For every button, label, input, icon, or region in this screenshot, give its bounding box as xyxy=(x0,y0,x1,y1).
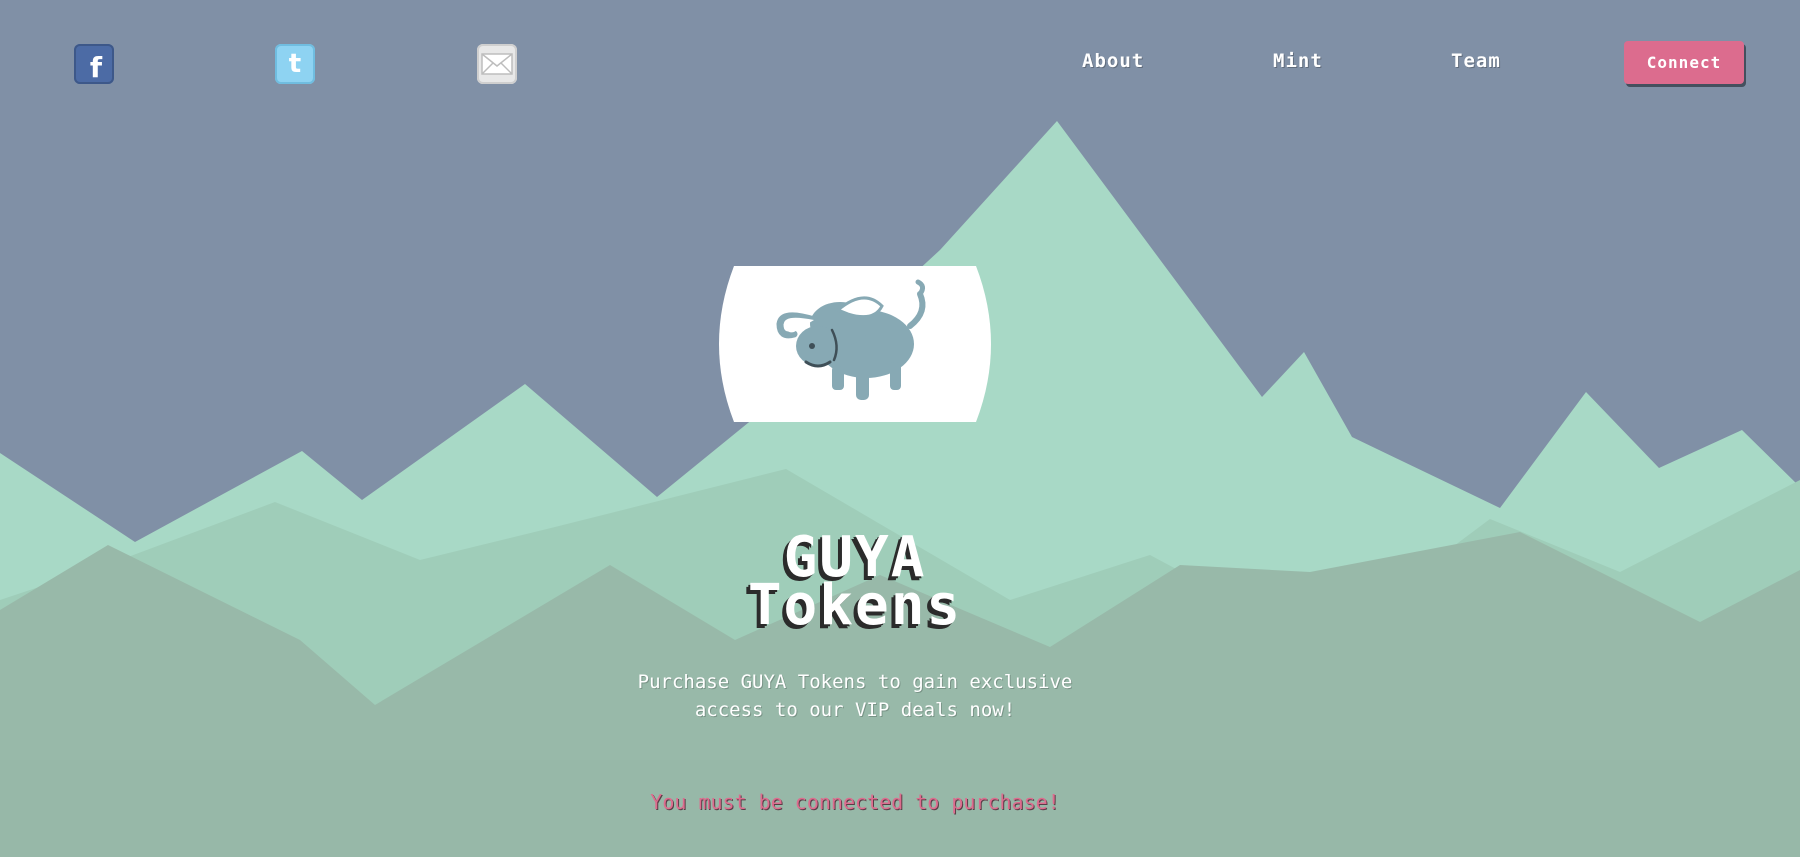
nav-link-mint[interactable]: Mint xyxy=(1273,50,1323,72)
connect-button[interactable]: Connect xyxy=(1624,41,1744,84)
connect-warning: You must be connected to purchase! xyxy=(650,790,1060,814)
nav-link-team[interactable]: Team xyxy=(1451,50,1501,72)
facebook-f-glyph: f xyxy=(89,51,103,84)
hero-subtitle-line1: Purchase GUYA Tokens to gain exclusive xyxy=(637,671,1073,693)
nav-link-about[interactable]: About xyxy=(1082,50,1144,72)
buffalo-logo xyxy=(719,266,991,422)
hero-subtitle: Purchase GUYA Tokens to gain exclusive a… xyxy=(605,668,1105,724)
twitter-icon[interactable]: t xyxy=(275,44,315,84)
page-title-line2: Tokens xyxy=(747,573,963,638)
mail-icon[interactable] xyxy=(477,44,517,84)
twitter-t-glyph: t xyxy=(288,49,302,79)
envelope-glyph xyxy=(481,53,513,75)
hero-subtitle-line2: access to our VIP deals now! xyxy=(694,699,1016,721)
facebook-icon[interactable]: f xyxy=(74,44,114,84)
top-nav: f t About Mint Team Connect xyxy=(0,0,1800,130)
